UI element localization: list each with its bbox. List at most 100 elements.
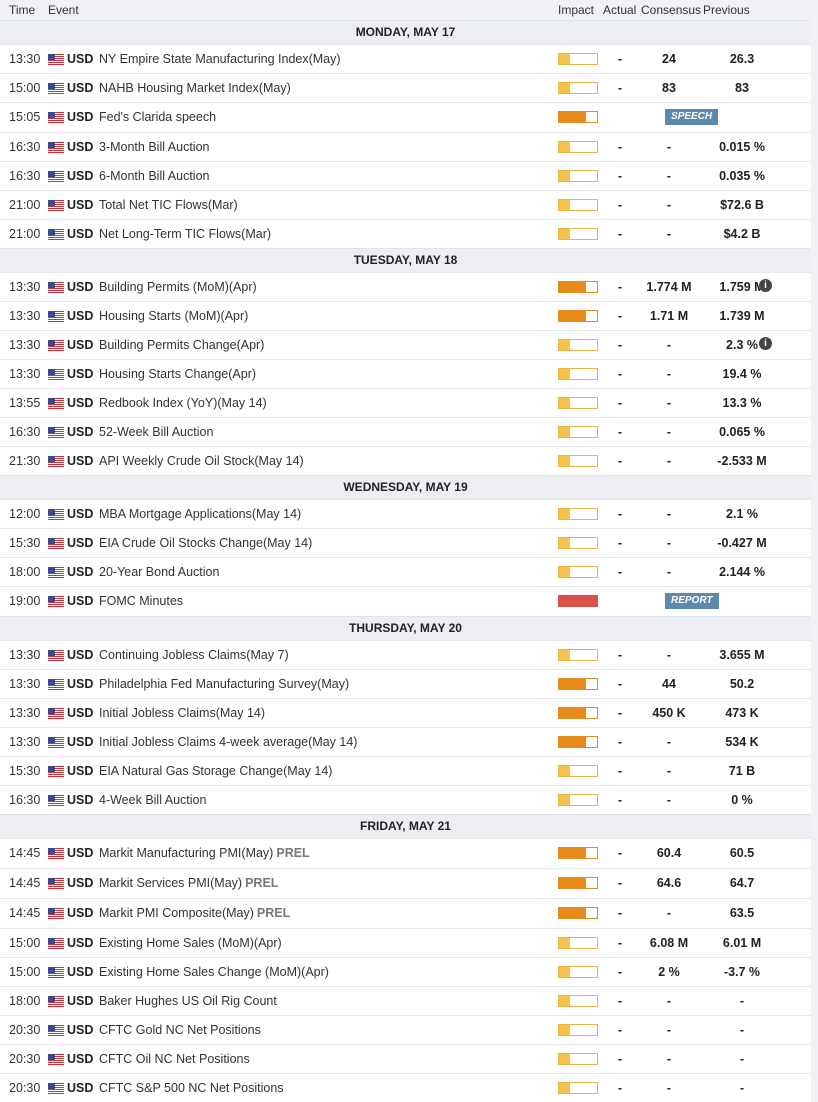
event-name[interactable]: FOMC Minutes	[99, 594, 183, 608]
table-row[interactable]: 16:30 USD 3-Month Bill Auction - -0.015 %	[0, 132, 811, 161]
event-name[interactable]: Philadelphia Fed Manufacturing Survey(Ma…	[99, 677, 349, 691]
table-row[interactable]: 13:30 USD Continuing Jobless Claims(May 7)…	[0, 640, 811, 669]
event-name[interactable]: 6-Month Bill Auction	[99, 169, 209, 183]
table-row[interactable]: 16:30 USD 52-Week Bill Auction - -0.065 %	[0, 417, 811, 446]
event-name[interactable]: Housing Starts Change(Apr)	[99, 367, 256, 381]
event-name[interactable]: Markit Manufacturing PMI(May) PREL	[99, 846, 310, 860]
table-row[interactable]: 13:30 USD NY Empire State Manufacturing In…	[0, 44, 811, 73]
event-name[interactable]: 4-Week Bill Auction	[99, 793, 206, 807]
consensus-value: -	[666, 454, 672, 468]
event-name[interactable]: Redbook Index (YoY)(May 14)	[99, 396, 267, 410]
us-flag-icon	[48, 171, 64, 182]
us-flag-icon	[48, 142, 64, 153]
event-name[interactable]: 20-Year Bond Auction	[99, 565, 219, 579]
actual-column-header[interactable]: Actual	[603, 3, 636, 17]
event-time: 14:45	[9, 906, 41, 920]
event-name[interactable]: NY Empire State Manufacturing Index(May)	[99, 52, 341, 66]
table-row[interactable]: 16:30 USD 6-Month Bill Auction - -0.035 %	[0, 161, 811, 190]
consensus-value: -	[666, 565, 672, 579]
table-row[interactable]: 14:45 USD Markit PMI Composite(May) PREL - -6…	[0, 898, 811, 928]
event-name[interactable]: NAHB Housing Market Index(May)	[99, 81, 291, 95]
us-flag-icon	[48, 229, 64, 240]
table-row[interactable]: 21:00 USD Net Long-Term TIC Flows(Mar) - - $4…	[0, 219, 811, 248]
time-column-header[interactable]: Time	[9, 3, 35, 17]
table-row[interactable]: 13:30 USD Building Permits (MoM)(Apr) -1.77…	[0, 272, 811, 301]
event-time: 16:30	[9, 793, 41, 807]
event-name[interactable]: Markit Services PMI(May) PREL	[99, 876, 278, 890]
table-row[interactable]: 13:30 USD Housing Starts Change(Apr) - -19.4…	[0, 359, 811, 388]
event-name[interactable]: API Weekly Crude Oil Stock(May 14)	[99, 454, 304, 468]
event-name[interactable]: MBA Mortgage Applications(May 14)	[99, 507, 301, 521]
event-name[interactable]: Fed's Clarida speech	[99, 110, 216, 124]
impact-column-header[interactable]: Impact	[558, 3, 594, 17]
table-row[interactable]: 19:00 USD FOMC Minutes REPORT	[0, 586, 811, 616]
event-name[interactable]: Existing Home Sales (MoM)(Apr)	[99, 936, 282, 950]
event-name[interactable]: Building Permits (MoM)(Apr)	[99, 280, 257, 294]
table-row[interactable]: 13:30 USD Housing Starts (MoM)(Apr) -1.71 M…	[0, 301, 811, 330]
event-name[interactable]: Net Long-Term TIC Flows(Mar)	[99, 227, 271, 241]
table-row[interactable]: 18:00 USD Baker Hughes US Oil Rig Count - - -	[0, 986, 811, 1015]
event-name[interactable]: Continuing Jobless Claims(May 7)	[99, 648, 289, 662]
table-row[interactable]: 12:00 USD MBA Mortgage Applications(May 14…	[0, 499, 811, 528]
event-title: Building Permits (MoM)(Apr)	[99, 280, 257, 294]
event-time: 20:30	[9, 1052, 41, 1066]
event-name[interactable]: 3-Month Bill Auction	[99, 140, 209, 154]
table-row[interactable]: 18:00 USD 20-Year Bond Auction - -2.144 %	[0, 557, 811, 586]
event-time: 13:30	[9, 648, 41, 662]
table-row[interactable]: 13:30 USD Initial Jobless Claims 4-week av…	[0, 727, 811, 756]
impact-fill	[559, 967, 570, 977]
event-name[interactable]: Building Permits Change(Apr)	[99, 338, 264, 352]
currency-label: USD	[67, 846, 94, 860]
previous-value: 83	[735, 81, 749, 95]
info-icon[interactable]: i	[759, 337, 772, 350]
consensus-value: -	[666, 396, 672, 410]
event-type-badge[interactable]: REPORT	[665, 593, 719, 609]
event-name[interactable]: Total Net TIC Flows(Mar)	[99, 198, 238, 212]
event-name[interactable]: Initial Jobless Claims 4-week average(Ma…	[99, 735, 357, 749]
table-row[interactable]: 15:30 USD EIA Crude Oil Stocks Change(May …	[0, 528, 811, 557]
event-name[interactable]: 52-Week Bill Auction	[99, 425, 213, 439]
event-type-badge[interactable]: SPEECH	[665, 109, 719, 125]
consensus-column-header[interactable]: Consensus	[641, 3, 701, 17]
event-title: Baker Hughes US Oil Rig Count	[99, 994, 277, 1008]
currency-label: USD	[67, 1052, 94, 1066]
previous-column-header[interactable]: Previous	[703, 3, 750, 17]
consensus-value: 450 K	[652, 706, 686, 720]
consensus-value: -	[666, 994, 672, 1008]
previous-value: -	[739, 994, 745, 1008]
impact-fill	[559, 567, 570, 577]
table-row[interactable]: 14:45 USD Markit Manufacturing PMI(May) PRE…	[0, 838, 811, 868]
table-row[interactable]: 15:00 USD Existing Home Sales Change (MoM)…	[0, 957, 811, 986]
us-flag-icon	[48, 83, 64, 94]
event-name[interactable]: EIA Natural Gas Storage Change(May 14)	[99, 764, 332, 778]
table-row[interactable]: 14:45 USD Markit Services PMI(May) PREL -64.…	[0, 868, 811, 898]
table-row[interactable]: 21:00 USD Total Net TIC Flows(Mar) - - $72.6 …	[0, 190, 811, 219]
table-row[interactable]: 20:30 USD CFTC S&P 500 NC Net Positions - - -	[0, 1073, 811, 1102]
table-row[interactable]: 13:30 USD Philadelphia Fed Manufacturing S…	[0, 669, 811, 698]
event-name[interactable]: Housing Starts (MoM)(Apr)	[99, 309, 248, 323]
event-time: 16:30	[9, 140, 41, 154]
table-row[interactable]: 20:30 USD CFTC Oil NC Net Positions - - -	[0, 1044, 811, 1073]
us-flag-icon	[48, 795, 64, 806]
table-row[interactable]: 15:05 USD Fed's Clarida speech SPEECH	[0, 102, 811, 132]
event-name[interactable]: Existing Home Sales Change (MoM)(Apr)	[99, 965, 329, 979]
table-row[interactable]: 20:30 USD CFTC Gold NC Net Positions - - -	[0, 1015, 811, 1044]
event-name[interactable]: Baker Hughes US Oil Rig Count	[99, 994, 277, 1008]
table-row[interactable]: 13:30 USD Building Permits Change(Apr) - -2.…	[0, 330, 811, 359]
table-row[interactable]: 13:55 USD Redbook Index (YoY)(May 14) - -13.…	[0, 388, 811, 417]
table-row[interactable]: 15:00 USD NAHB Housing Market Index(May) -8…	[0, 73, 811, 102]
info-icon[interactable]: i	[759, 279, 772, 292]
table-row[interactable]: 15:30 USD EIA Natural Gas Storage Change(M…	[0, 756, 811, 785]
event-title: 52-Week Bill Auction	[99, 425, 214, 439]
event-name[interactable]: CFTC Oil NC Net Positions	[99, 1052, 250, 1066]
event-name[interactable]: EIA Crude Oil Stocks Change(May 14)	[99, 536, 312, 550]
table-row[interactable]: 15:00 USD Existing Home Sales (MoM)(Apr) -6…	[0, 928, 811, 957]
table-row[interactable]: 21:30 USD API Weekly Crude Oil Stock(May 1…	[0, 446, 811, 475]
table-row[interactable]: 16:30 USD 4-Week Bill Auction - -0 %	[0, 785, 811, 814]
table-row[interactable]: 13:30 USD Initial Jobless Claims(May 14) -4…	[0, 698, 811, 727]
event-column-header[interactable]: Event	[48, 3, 79, 17]
event-name[interactable]: Initial Jobless Claims(May 14)	[99, 706, 265, 720]
event-name[interactable]: CFTC Gold NC Net Positions	[99, 1023, 261, 1037]
event-name[interactable]: CFTC S&P 500 NC Net Positions	[99, 1081, 284, 1095]
event-name[interactable]: Markit PMI Composite(May) PREL	[99, 906, 290, 920]
